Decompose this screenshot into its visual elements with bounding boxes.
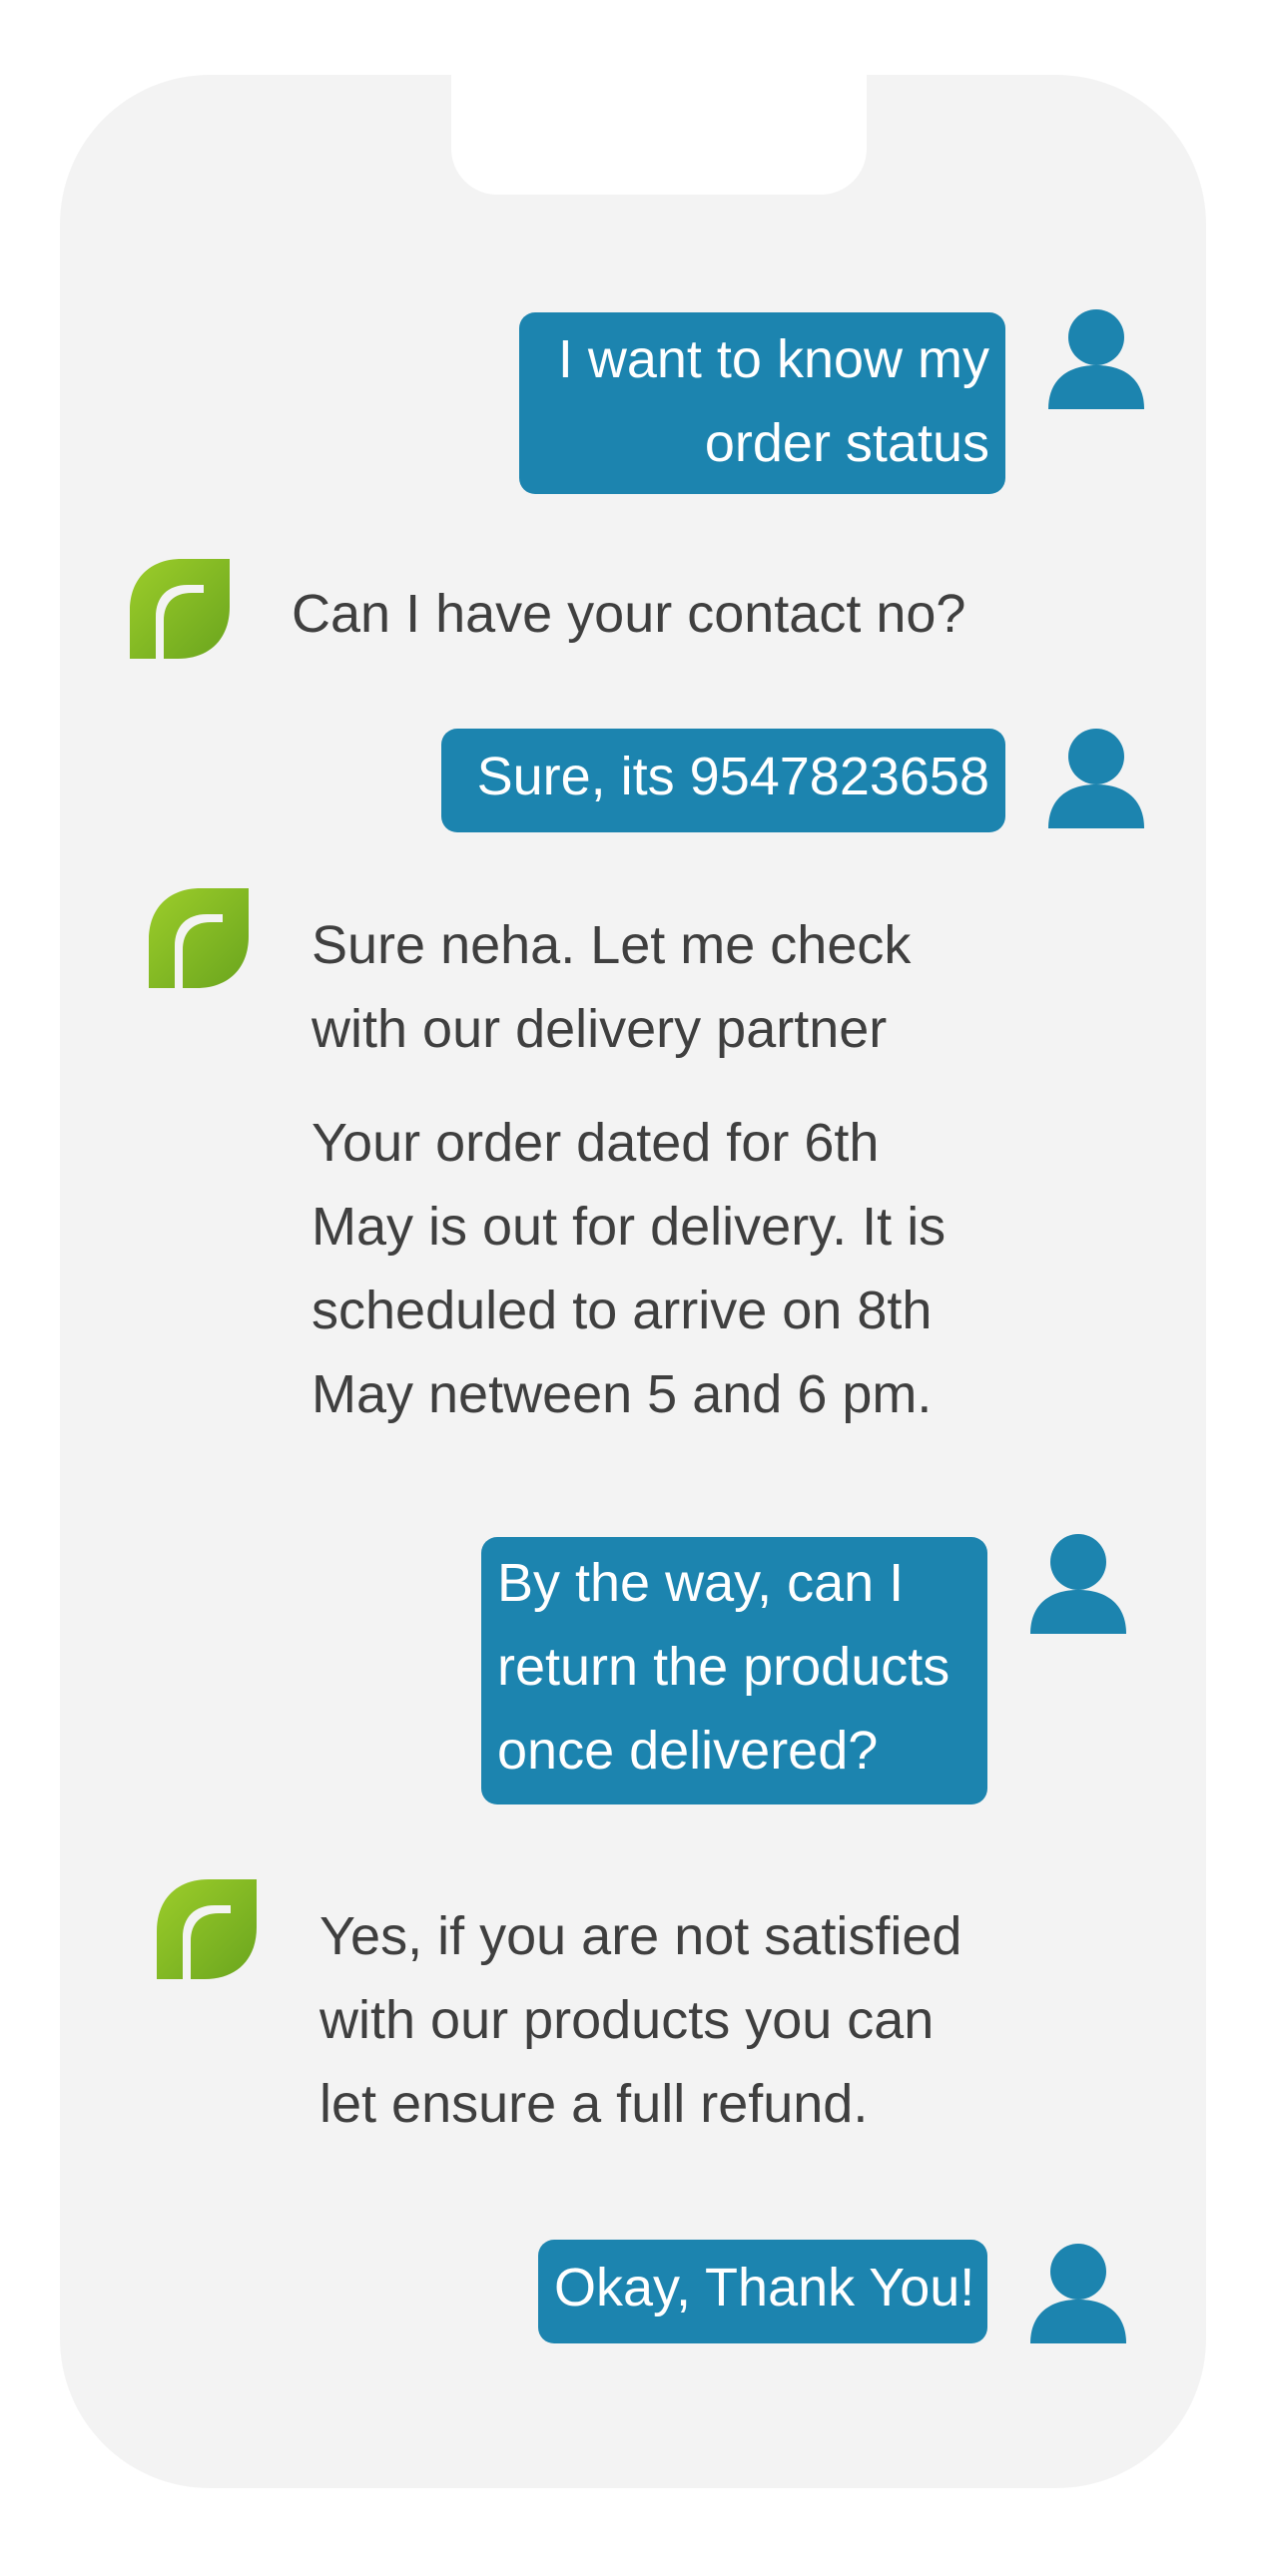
bot-message-text: Sure neha. Let me check with our deliver… (312, 903, 911, 1071)
user-message-bubble: By the way, can I return the products on… (481, 1537, 987, 1804)
message-line: with our delivery partner (312, 999, 888, 1059)
leaf-logo-icon (130, 559, 230, 659)
message-line: return the products (497, 1637, 950, 1697)
message-line: order status (704, 413, 989, 473)
message-line: May netween 5 and 6 pm. (312, 1364, 933, 1424)
message-line: once delivered? (497, 1721, 879, 1781)
bot-message-text: Yes, if you are not satisfied with our p… (319, 1894, 961, 2146)
bot-message-text: Can I have your contact no? (292, 572, 965, 656)
message-line: scheduled to arrive on 8th (312, 1281, 933, 1340)
message-line: Your order dated for 6th (312, 1113, 880, 1173)
leaf-logo-icon (149, 888, 249, 988)
message-line: I want to know my (557, 329, 989, 389)
user-avatar-icon (1030, 2244, 1126, 2343)
message-line: with our products you can (319, 1990, 935, 2050)
leaf-logo-icon (157, 1879, 257, 1979)
message-line: Sure neha. Let me check (312, 915, 912, 975)
bot-message-text: Your order dated for 6th May is out for … (312, 1101, 946, 1436)
message-line: By the way, can I (497, 1553, 905, 1613)
message-line: let ensure a full refund. (319, 2074, 869, 2134)
user-avatar-icon (1048, 309, 1144, 409)
message-line: Okay, Thank You! (554, 2258, 975, 2318)
user-message-bubble: I want to know my order status (519, 312, 1005, 494)
user-message-bubble: Okay, Thank You! (538, 2240, 987, 2343)
user-avatar-icon (1030, 1534, 1126, 1634)
message-line: Yes, if you are not satisfied (319, 1906, 962, 1966)
message-line: Sure, its 9547823658 (476, 747, 989, 806)
message-line: May is out for delivery. It is (312, 1197, 947, 1257)
phone-notch (451, 73, 867, 195)
user-avatar-icon (1048, 729, 1144, 828)
phone-frame: I want to know my order status Can I hav… (60, 73, 1206, 2488)
user-message-bubble: Sure, its 9547823658 (441, 729, 1005, 832)
message-line: Can I have your contact no? (292, 584, 966, 644)
